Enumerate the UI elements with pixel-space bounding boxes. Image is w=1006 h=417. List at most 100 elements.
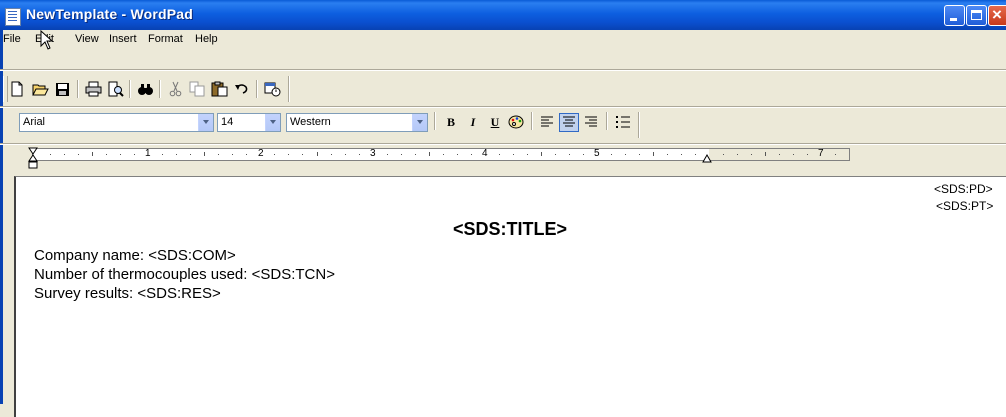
- font-size-value: 14: [221, 116, 234, 128]
- window-title: NewTemplate - WordPad: [26, 6, 194, 22]
- menu-format[interactable]: Format: [148, 33, 183, 45]
- chevron-down-icon[interactable]: [265, 114, 280, 131]
- align-center-icon: [563, 116, 575, 127]
- title-bar[interactable]: NewTemplate - WordPad ×: [0, 0, 1006, 30]
- italic-button[interactable]: I: [463, 113, 483, 132]
- bold-button[interactable]: B: [441, 113, 461, 132]
- ruler-tick: [779, 154, 781, 155]
- menu-bar: File Edit View Insert Format Help: [0, 30, 1006, 50]
- placeholder-pt: <SDS:PT>: [936, 199, 994, 213]
- menu-view[interactable]: View: [75, 33, 99, 45]
- toolbar-end-separator: [288, 76, 290, 102]
- toolbar-separator: [129, 80, 131, 98]
- menu-insert[interactable]: Insert: [109, 33, 137, 45]
- ruler-tick: [50, 154, 52, 155]
- ruler-tick: [835, 154, 837, 155]
- ruler-tick: [639, 154, 641, 155]
- ruler-tick: [793, 154, 795, 155]
- paste-icon: [211, 81, 228, 97]
- ruler-tick: [765, 152, 767, 156]
- format-separator: [606, 112, 608, 130]
- color-button[interactable]: [507, 113, 527, 132]
- left-indent-marker-icon[interactable]: [28, 147, 38, 173]
- align-center-button[interactable]: [559, 113, 579, 132]
- ruler-tick: [400, 154, 402, 155]
- ruler-tick: [330, 154, 332, 155]
- open-button[interactable]: [31, 80, 50, 98]
- ruler-tick: [723, 154, 725, 155]
- maximize-button[interactable]: [966, 5, 987, 26]
- save-icon: [56, 83, 69, 96]
- ruler-tick: [498, 154, 500, 155]
- ruler-tick: [176, 154, 178, 155]
- wordpad-app-icon[interactable]: [5, 8, 21, 26]
- ruler-tick: [316, 152, 318, 156]
- standard-toolbar: [0, 72, 1006, 106]
- print-button[interactable]: [84, 80, 103, 98]
- font-select[interactable]: Arial: [19, 113, 214, 132]
- toolbar-separator: [77, 80, 79, 98]
- ruler-tick: [568, 154, 570, 155]
- open-icon: [32, 84, 49, 96]
- print-preview-button[interactable]: [106, 80, 125, 98]
- ruler-tick: [162, 154, 164, 155]
- ruler-tick: [92, 152, 94, 156]
- underline-button[interactable]: U: [485, 113, 505, 132]
- ruler-tick: [470, 154, 472, 155]
- undo-icon: [235, 84, 248, 94]
- ruler-tick: [204, 152, 206, 156]
- paste-button[interactable]: [210, 80, 229, 98]
- undo-button[interactable]: [232, 80, 251, 98]
- toolbar-separator: [159, 80, 161, 98]
- right-indent-marker-icon[interactable]: [702, 154, 712, 164]
- company-name-line: Company name: <SDS:COM>: [34, 247, 236, 264]
- ruler-number: 1: [145, 148, 151, 159]
- ruler-tick: [653, 152, 655, 156]
- align-left-button[interactable]: [537, 113, 557, 132]
- save-button[interactable]: [53, 80, 72, 98]
- ruler-tick: [246, 154, 248, 155]
- format-bar: Arial 14 Western B I U: [0, 108, 1006, 143]
- ruler-tick: [540, 152, 542, 156]
- chevron-down-icon[interactable]: [198, 114, 213, 131]
- ruler-tick: [695, 154, 697, 155]
- thermocouples-line: Number of thermocouples used: <SDS:TCN>: [34, 266, 335, 283]
- ruler[interactable]: 1 2 3 4 5 7: [32, 148, 850, 161]
- align-right-button[interactable]: [581, 113, 601, 132]
- ruler-tick: [344, 154, 346, 155]
- document-area[interactable]: <SDS:PD> <SDS:PT> <SDS:TITLE> Company na…: [14, 176, 1006, 417]
- find-button[interactable]: [136, 80, 155, 98]
- format-separator: [531, 112, 533, 130]
- close-button[interactable]: ×: [988, 5, 1006, 26]
- bullets-button[interactable]: [613, 113, 633, 132]
- minimize-button[interactable]: [944, 5, 965, 26]
- menu-help[interactable]: Help: [195, 33, 218, 45]
- new-button[interactable]: [8, 80, 27, 98]
- date-time-button[interactable]: [263, 80, 282, 98]
- ruler-tick: [64, 154, 66, 155]
- placeholder-pd: <SDS:PD>: [934, 182, 993, 196]
- copy-button[interactable]: [188, 80, 207, 98]
- chevron-down-icon[interactable]: [412, 114, 427, 131]
- ruler-tick: [218, 154, 220, 155]
- minimize-icon: [950, 18, 957, 21]
- ruler-number: 5: [594, 148, 600, 159]
- new-icon: [11, 81, 23, 97]
- menu-file[interactable]: File: [3, 33, 21, 45]
- cut-button[interactable]: [166, 80, 185, 98]
- ruler-tick: [386, 154, 388, 155]
- ruler-tick: [737, 154, 739, 155]
- align-left-icon: [541, 116, 553, 127]
- ruler-tick: [442, 154, 444, 155]
- ruler-tick: [358, 154, 360, 155]
- ruler-tick: [288, 154, 290, 155]
- menu-separator: [0, 69, 1006, 71]
- ruler-tick: [611, 154, 613, 155]
- bullets-icon: [616, 116, 630, 128]
- ruler-number: 4: [482, 148, 488, 159]
- font-size-select[interactable]: 14: [217, 113, 281, 132]
- ruler-tick: [232, 154, 234, 155]
- format-separator: [434, 112, 436, 130]
- ruler-tick: [625, 154, 627, 155]
- script-select[interactable]: Western: [286, 113, 428, 132]
